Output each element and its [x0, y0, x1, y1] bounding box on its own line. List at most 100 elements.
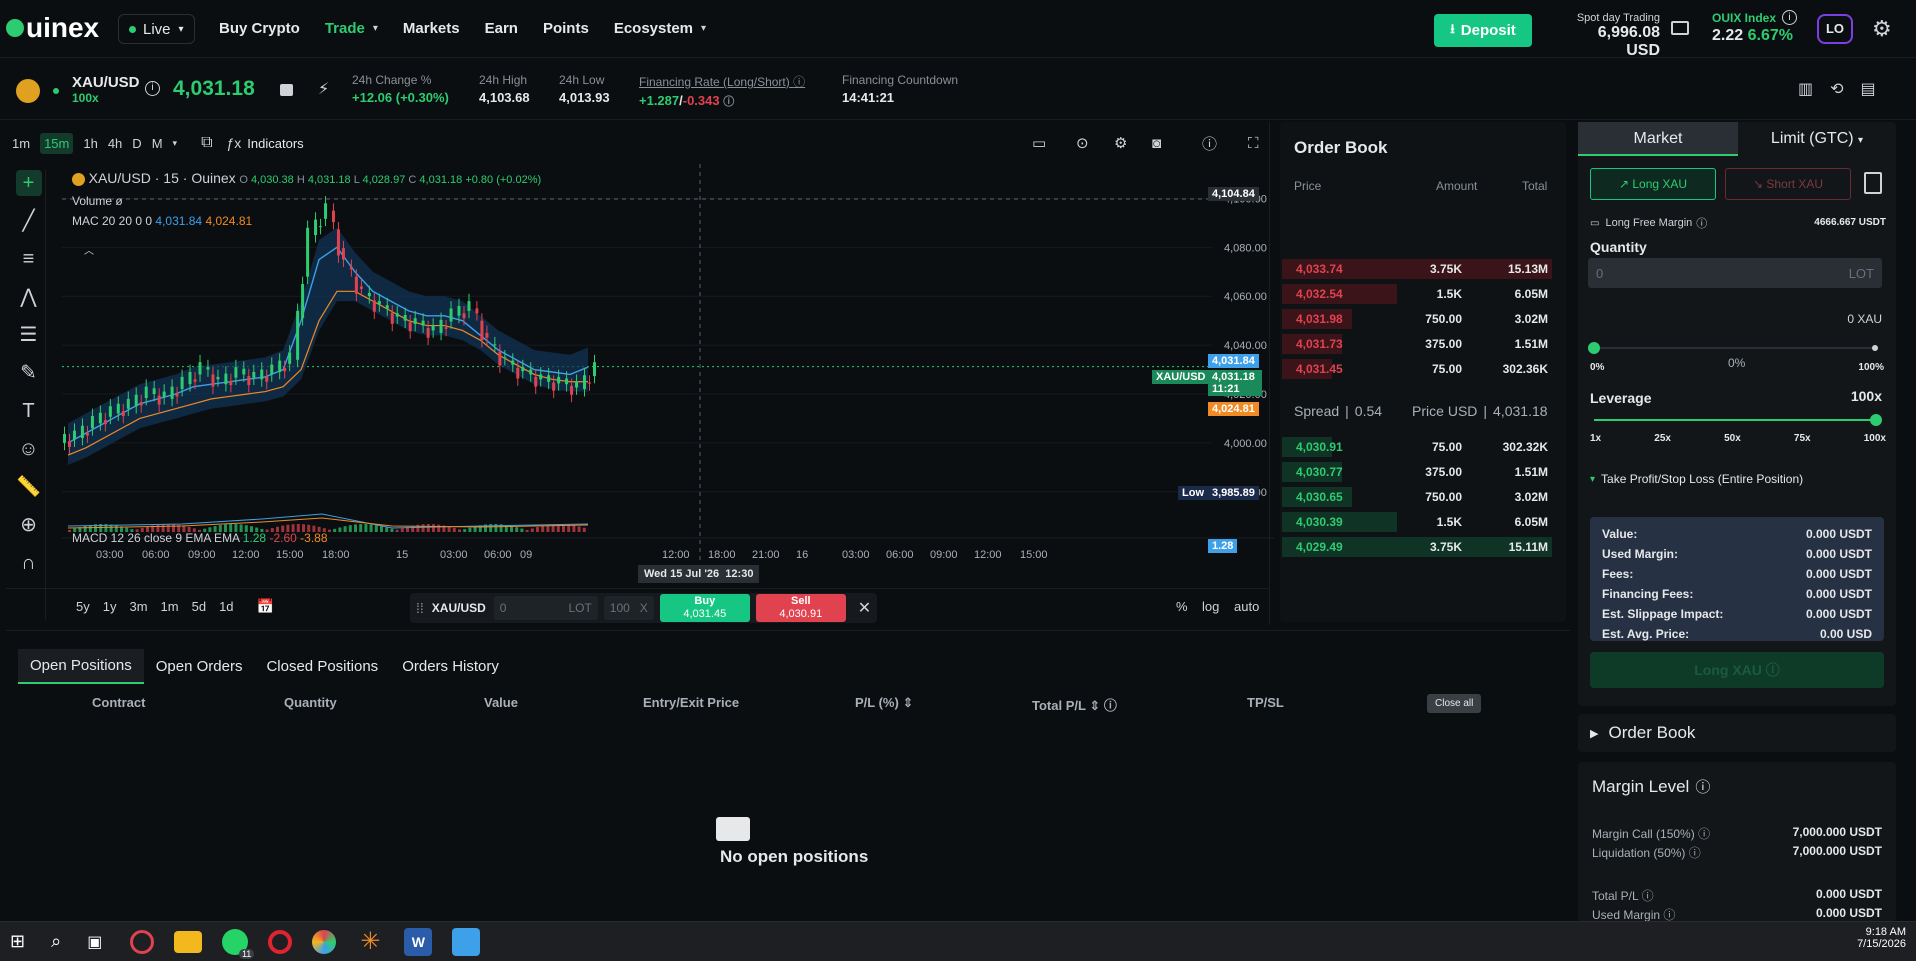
whatsapp-icon[interactable]: 11 — [222, 928, 255, 959]
tab-closed-positions[interactable]: Closed Positions — [254, 650, 390, 683]
quantity-slider[interactable] — [1588, 342, 1878, 354]
submit-long-button[interactable]: Long XAU ⓘ — [1590, 652, 1884, 688]
range-1d[interactable]: 1d — [219, 599, 233, 614]
ask-row[interactable]: 4,033.74 3.75K 15.13M — [1282, 258, 1552, 280]
quick-multiplier-input[interactable]: 100 X — [603, 596, 654, 620]
tab-orders-history[interactable]: Orders History — [390, 650, 511, 683]
long-button[interactable]: ↗ Long XAU — [1590, 168, 1716, 200]
collapse-icon[interactable]: ︿ — [84, 242, 94, 257]
nav-earn[interactable]: Earn — [485, 20, 518, 37]
logo[interactable]: uinex — [6, 14, 99, 42]
camera-icon[interactable]: ◙ — [1152, 135, 1161, 152]
avatar[interactable]: LO — [1817, 14, 1853, 44]
candle-style-icon[interactable]: ⧉ — [201, 134, 212, 152]
indicators-button[interactable]: Indicators — [247, 136, 303, 151]
pattern-icon[interactable]: ⋀ — [16, 284, 42, 310]
close-all-button[interactable]: Close all — [1427, 694, 1482, 713]
text-icon[interactable]: T — [16, 398, 42, 424]
file-explorer-icon[interactable] — [174, 930, 203, 953]
tab-open-positions[interactable]: Open Positions — [18, 648, 144, 684]
balance-block[interactable]: Spot day Trading 6,996.08 USD — [1560, 12, 1660, 60]
tpsl-toggle[interactable]: ▾ Take Profit/Stop Loss (Entire Position) — [1590, 472, 1803, 486]
fib-icon[interactable]: ≡ — [16, 246, 42, 272]
tab-market[interactable]: Market — [1578, 122, 1738, 156]
bid-row[interactable]: 4,030.77 375.00 1.51M — [1282, 461, 1552, 483]
range-3m[interactable]: 3m — [129, 599, 147, 614]
quantity-slider-knob[interactable] — [1588, 342, 1600, 354]
crosshair-icon[interactable]: + — [15, 170, 42, 196]
quick-sell-button[interactable]: Sell 4,030.91 — [755, 594, 846, 622]
scale-percent-toggle[interactable]: % — [1176, 599, 1188, 614]
claude-icon[interactable]: ✳ — [356, 928, 384, 956]
nav-points[interactable]: Points — [543, 20, 589, 37]
wallet-icon[interactable] — [1671, 21, 1689, 35]
range-1m[interactable]: 1m — [161, 599, 179, 614]
info-icon[interactable]: i — [145, 81, 160, 96]
fullscreen-icon[interactable]: ⛶ — [1248, 135, 1259, 152]
ask-row[interactable]: 4,032.54 1.5K 6.05M — [1282, 283, 1552, 305]
layout-icon[interactable]: ▭ — [1032, 134, 1046, 152]
quick-qty-input[interactable]: 0 LOT — [493, 596, 598, 620]
short-button[interactable]: ↘ Short XAU — [1725, 168, 1851, 200]
info-icon[interactable]: ⓘ — [1202, 133, 1217, 154]
ask-row[interactable]: 4,031.98 750.00 3.02M — [1282, 308, 1552, 330]
search-icon[interactable]: ⌕ — [51, 931, 61, 952]
bid-row[interactable]: 4,030.65 750.00 3.02M — [1282, 486, 1552, 508]
close-icon[interactable]: ✕ — [858, 598, 871, 618]
scale-log-toggle[interactable]: log — [1202, 599, 1219, 614]
range-1y[interactable]: 1y — [103, 599, 117, 614]
ask-row[interactable]: 4,031.73 375.00 1.51M — [1282, 333, 1552, 355]
tab-limit[interactable]: Limit (GTC) ▾ — [1738, 122, 1896, 156]
zoom-in-icon[interactable]: ⊕ — [16, 512, 42, 538]
word-icon[interactable]: W — [404, 927, 433, 956]
bid-row[interactable]: 4,030.91 75.00 302.32K — [1282, 436, 1552, 458]
nav-markets[interactable]: Markets — [403, 20, 460, 37]
range-5y[interactable]: 5y — [76, 599, 90, 614]
deposit-button[interactable]: ⭳ Deposit — [1434, 14, 1532, 47]
env-selector[interactable]: Live ▾ — [118, 14, 195, 44]
ruler-icon[interactable]: 📏 — [16, 474, 42, 500]
nav-ecosystem[interactable]: Ecosystem — [614, 20, 693, 37]
tf-D[interactable]: D — [132, 136, 141, 151]
settings-icon[interactable]: ⚙ — [1114, 134, 1127, 152]
opera-gx-icon[interactable] — [130, 929, 155, 954]
col-pl-pct[interactable]: P/L (%) ⇕ — [855, 695, 913, 711]
system-clock[interactable]: 9:18 AM 7/15/2026 — [1857, 926, 1906, 950]
chart-view-icon[interactable]: ▥ — [1798, 79, 1813, 99]
date-range-icon[interactable]: 📅 — [257, 598, 274, 615]
bid-row[interactable]: 4,030.39 1.5K 6.05M — [1282, 511, 1552, 533]
quantity-input[interactable]: 0 LOT — [1588, 258, 1882, 288]
order-book-collapsible[interactable]: ▶ Order Book — [1578, 714, 1896, 752]
index-block[interactable]: OUIX Index i 2.22 6.67% — [1712, 10, 1798, 45]
leverage-slider[interactable] — [1594, 414, 1882, 426]
lightning-icon[interactable]: ⚡ — [318, 79, 329, 99]
opera-icon[interactable] — [268, 929, 293, 954]
magnifier-icon[interactable]: ⊙ — [1076, 134, 1089, 152]
indicators-icon[interactable]: ƒx — [227, 135, 242, 151]
windows-start-icon[interactable]: ⊞ — [10, 931, 25, 952]
tf-4h[interactable]: 4h — [108, 136, 122, 151]
trendline-icon[interactable]: ╱ — [16, 208, 42, 234]
app-icon[interactable] — [452, 927, 481, 956]
chevron-down-icon[interactable]: ▾ — [173, 138, 178, 149]
financing-rate-stat[interactable]: Financing Rate (Long/Short) ⓘ +1.287/-0.… — [639, 73, 805, 109]
slack-icon[interactable] — [312, 929, 337, 954]
col-total-pl[interactable]: Total P/L ⇕ ⓘ — [1032, 695, 1117, 714]
calendar-icon[interactable] — [280, 84, 293, 96]
gear-icon[interactable]: ⚙ — [1872, 16, 1892, 42]
magnet-icon[interactable]: ∩ — [16, 550, 42, 576]
tf-1m[interactable]: 1m — [12, 136, 30, 151]
symbol-selector[interactable]: XAU/USD 100x — [72, 74, 140, 105]
projection-icon[interactable]: ☰ — [16, 322, 42, 348]
orders-list-icon[interactable]: ▤ — [1861, 79, 1876, 99]
scale-auto-toggle[interactable]: auto — [1234, 599, 1259, 614]
tab-open-orders[interactable]: Open Orders — [144, 650, 255, 683]
leverage-slider-knob[interactable] — [1870, 414, 1882, 426]
task-view-icon[interactable]: ▣ — [87, 932, 102, 952]
emoji-icon[interactable]: ☺ — [16, 436, 42, 462]
drag-handle-icon[interactable]: ⁞⁞ — [416, 600, 424, 616]
tf-M[interactable]: M — [152, 136, 163, 151]
ask-row[interactable]: 4,031.45 75.00 302.36K — [1282, 358, 1552, 380]
nav-trade[interactable]: Trade — [325, 20, 365, 37]
calculator-icon[interactable] — [1864, 172, 1882, 194]
